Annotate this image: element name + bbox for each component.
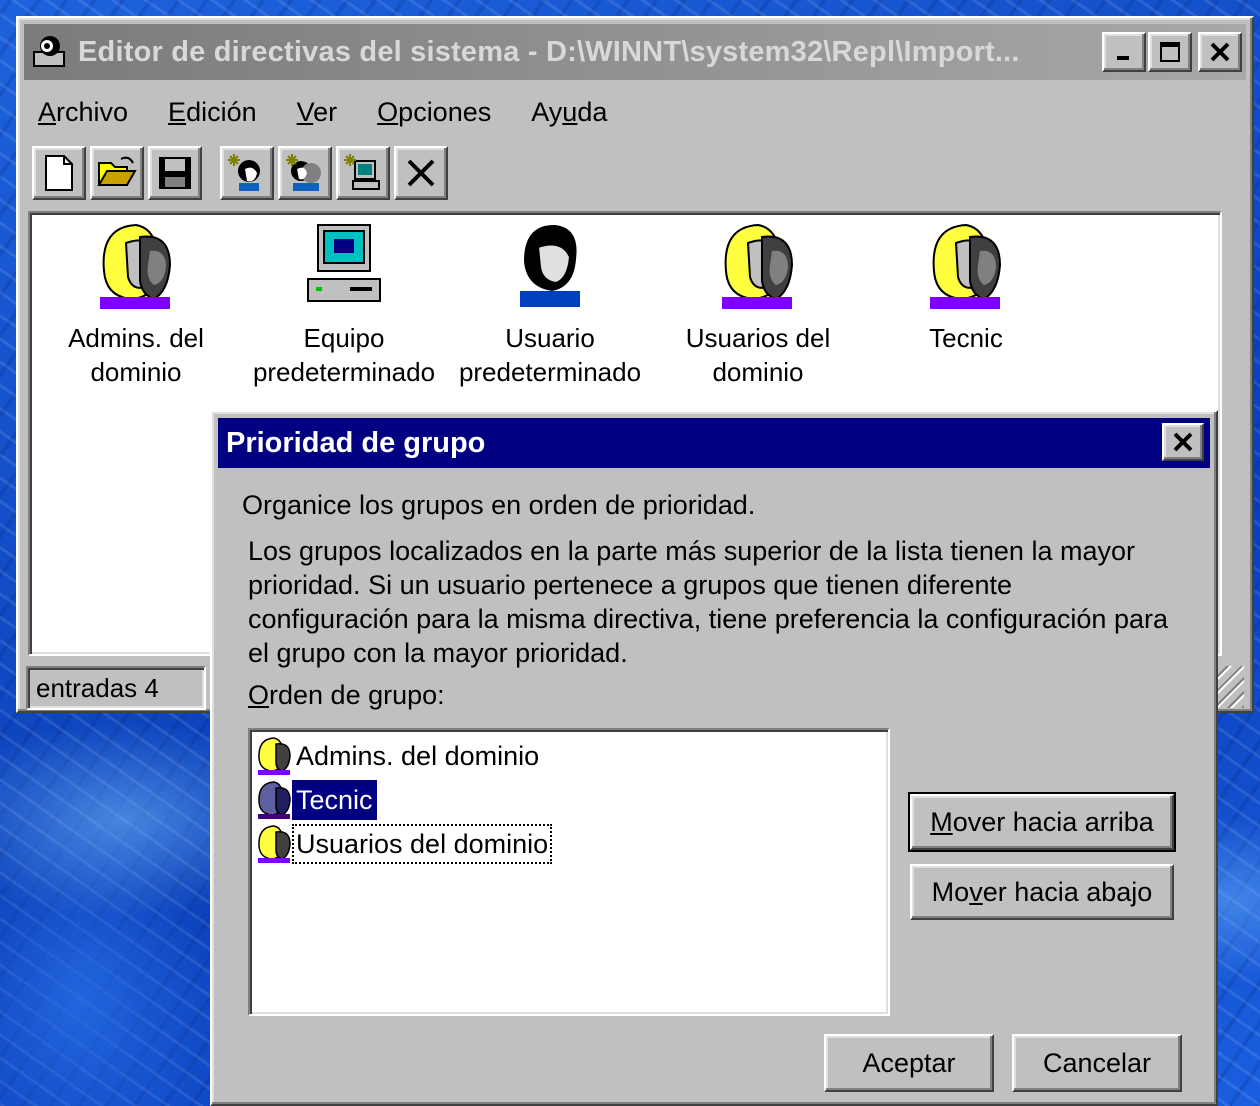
- delete-button[interactable]: [394, 146, 448, 200]
- close-icon: [1173, 432, 1193, 452]
- menu-edicion[interactable]: Edición: [162, 97, 263, 128]
- maximize-button[interactable]: [1148, 32, 1192, 72]
- group-list-item-admins-dominio[interactable]: Admins. del dominio: [256, 736, 543, 776]
- resize-grip[interactable]: [1218, 666, 1244, 708]
- lv-item-label: Usuarios del dominio: [685, 323, 831, 387]
- dialog-title: Prioridad de grupo: [226, 426, 486, 459]
- save-button[interactable]: [148, 146, 202, 200]
- group-list-item-usuarios-dominio[interactable]: Usuarios del dominio: [256, 824, 553, 864]
- policy-editor-app-icon: [33, 36, 65, 67]
- lv-item-usuarios-dominio[interactable]: Usuarios del dominio: [658, 221, 858, 389]
- group-priority-dialog: Prioridad de grupo Organice los grupos e…: [210, 410, 1218, 1106]
- menu-archivo[interactable]: Archivo: [32, 97, 134, 128]
- group-icon: [258, 825, 291, 863]
- new-button[interactable]: [32, 146, 86, 200]
- group-list-label: Tecnic: [292, 780, 377, 820]
- group-icon: [100, 223, 172, 309]
- lv-item-label: Admins. del dominio: [68, 323, 204, 387]
- add-group-icon: [286, 154, 321, 191]
- group-icon: [258, 781, 291, 819]
- menu-bar: Archivo Edición Ver Opciones Ayuda: [32, 90, 641, 134]
- main-titlebar[interactable]: Editor de directivas del sistema - D:\WI…: [24, 24, 1246, 80]
- move-down-button[interactable]: Mo v er hacia abajo: [910, 864, 1174, 920]
- move-up-button[interactable]: Mover hacia arriba: [908, 792, 1176, 852]
- group-icon: [722, 223, 794, 309]
- status-bar: entradas 4: [26, 666, 206, 710]
- menu-ayuda[interactable]: Ayuda: [525, 97, 613, 128]
- minimize-icon: [1117, 56, 1129, 60]
- group-icon: [930, 223, 1002, 309]
- toolbar: [32, 143, 452, 203]
- user-icon: [520, 225, 580, 307]
- new-file-icon: [45, 155, 73, 191]
- group-list-label: Usuarios del dominio: [292, 824, 553, 864]
- group-icon: [258, 737, 291, 775]
- save-icon: [159, 157, 191, 189]
- delete-icon: [407, 159, 435, 187]
- status-text: entradas 4: [36, 672, 159, 703]
- lv-item-label: Tecnic: [929, 323, 1003, 353]
- ok-button[interactable]: Aceptar: [824, 1034, 994, 1092]
- menu-ver[interactable]: Ver: [291, 97, 344, 128]
- close-icon: [1210, 42, 1230, 62]
- open-folder-icon: [97, 156, 137, 186]
- group-order-label: Orden de grupo:: [248, 680, 445, 710]
- lv-item-admins-dominio[interactable]: Admins. del dominio: [36, 221, 236, 389]
- lv-item-label: Usuario predeterminado: [458, 323, 642, 387]
- add-computer-icon: [344, 154, 380, 190]
- group-list-item-tecnic[interactable]: Tecnic: [256, 780, 377, 820]
- dialog-heading: Organice los grupos en orden de priorida…: [242, 490, 756, 520]
- close-button[interactable]: [1198, 32, 1242, 72]
- cancel-button[interactable]: Cancelar: [1012, 1034, 1182, 1092]
- lv-item-equipo-predeterminado[interactable]: Equipo predeterminado: [244, 221, 444, 389]
- dialog-close-button[interactable]: [1162, 423, 1204, 461]
- lv-item-usuario-predeterminado[interactable]: Usuario predeterminado: [450, 221, 650, 389]
- open-button[interactable]: [90, 146, 144, 200]
- computer-icon: [307, 224, 381, 302]
- dialog-titlebar[interactable]: Prioridad de grupo: [218, 418, 1210, 468]
- dialog-description: Los grupos localizados en la parte más s…: [248, 536, 1168, 668]
- group-list-label: Admins. del dominio: [296, 740, 540, 771]
- add-group-button[interactable]: [278, 146, 332, 200]
- window-title: Editor de directivas del sistema - D:\WI…: [78, 35, 1020, 68]
- minimize-button[interactable]: [1102, 32, 1146, 72]
- add-user-button[interactable]: [220, 146, 274, 200]
- add-user-icon: [228, 154, 260, 191]
- maximize-icon: [1160, 42, 1180, 62]
- group-order-list[interactable]: Admins. del dominio Tecnic Usuarios del …: [248, 728, 890, 1016]
- menu-opciones[interactable]: Opciones: [371, 97, 497, 128]
- lv-item-tecnic[interactable]: Tecnic: [866, 221, 1066, 355]
- add-computer-button[interactable]: [336, 146, 390, 200]
- lv-item-label: Equipo predeterminado: [252, 323, 436, 387]
